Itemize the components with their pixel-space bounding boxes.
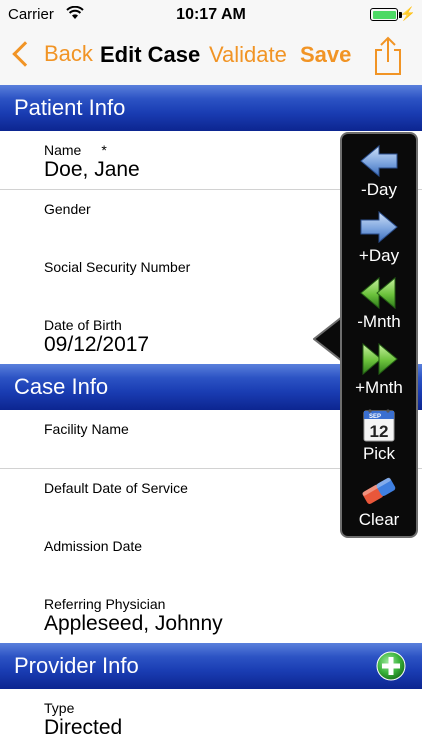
field-label: Referring Physician bbox=[44, 596, 166, 612]
status-bar: Carrier 10:17 AM ⚡ bbox=[0, 0, 422, 30]
nav-bar: Back Edit Case Validate Save bbox=[0, 30, 422, 87]
chevron-left-icon bbox=[12, 41, 38, 67]
charging-icon: ⚡ bbox=[399, 6, 416, 21]
calendar-month-text: SEP bbox=[369, 414, 381, 420]
calendar-icon: SEP 12 bbox=[359, 408, 399, 442]
section-title: Provider Info bbox=[14, 653, 139, 678]
popover-item-label: -Mnth bbox=[357, 312, 401, 331]
field-provider-type[interactable]: Type Directed bbox=[0, 689, 422, 747]
minus-month-button[interactable]: -Mnth bbox=[342, 268, 416, 334]
required-marker: * bbox=[101, 142, 107, 158]
section-header-provider-info: Provider Info bbox=[0, 643, 422, 689]
back-label: Back bbox=[44, 41, 93, 66]
field-value: Appleseed, Johnny bbox=[44, 612, 223, 635]
minus-day-button[interactable]: -Day bbox=[342, 136, 416, 202]
popover-item-label: Clear bbox=[358, 510, 400, 529]
section-header-patient-info: Patient Info bbox=[0, 85, 422, 131]
page-title: Edit Case bbox=[100, 42, 201, 67]
save-button[interactable]: Save bbox=[300, 42, 351, 68]
field-value: Directed bbox=[44, 716, 123, 739]
section-title: Case Info bbox=[14, 374, 109, 399]
plus-day-button[interactable]: +Day bbox=[342, 202, 416, 268]
popover-item-label: +Mnth bbox=[355, 378, 403, 397]
arrow-right-icon bbox=[359, 210, 399, 244]
field-label: Type bbox=[44, 700, 75, 716]
popover-arrow bbox=[313, 317, 343, 361]
section-title: Patient Info bbox=[14, 95, 126, 120]
double-arrow-left-icon bbox=[359, 276, 399, 310]
validate-button[interactable]: Validate bbox=[209, 42, 287, 68]
add-icon[interactable] bbox=[376, 651, 406, 681]
field-value: 09/12/2017 bbox=[44, 333, 150, 356]
popover-item-label: Pick bbox=[362, 444, 396, 463]
field-label: Gender bbox=[44, 201, 91, 217]
field-label: Name bbox=[44, 142, 82, 158]
field-label: Admission Date bbox=[44, 538, 143, 554]
battery-icon bbox=[370, 8, 398, 21]
eraser-icon bbox=[359, 474, 399, 508]
field-label: Social Security Number bbox=[44, 259, 191, 275]
field-label: Date of Birth bbox=[44, 317, 122, 333]
double-arrow-right-icon bbox=[359, 342, 399, 376]
calendar-day-text: 12 bbox=[370, 422, 389, 441]
date-popover: -Day +Day -Mnth +Mnth SEP 12 Pick Clear bbox=[340, 132, 418, 538]
plus-month-button[interactable]: +Mnth bbox=[342, 334, 416, 400]
field-label: Default Date of Service bbox=[44, 480, 188, 496]
back-button[interactable]: Back bbox=[10, 41, 93, 67]
field-label: Facility Name bbox=[44, 421, 129, 437]
field-referring-physician[interactable]: Referring Physician Appleseed, Johnny bbox=[0, 585, 422, 644]
field-value: Doe, Jane bbox=[44, 158, 140, 181]
clock: 10:17 AM bbox=[176, 6, 246, 23]
pick-date-button[interactable]: SEP 12 Pick bbox=[342, 400, 416, 466]
popover-item-label: -Day bbox=[361, 180, 397, 199]
clear-date-button[interactable]: Clear bbox=[342, 466, 416, 532]
arrow-left-icon bbox=[359, 144, 399, 178]
share-icon[interactable] bbox=[372, 36, 404, 76]
popover-item-label: +Day bbox=[358, 246, 400, 265]
